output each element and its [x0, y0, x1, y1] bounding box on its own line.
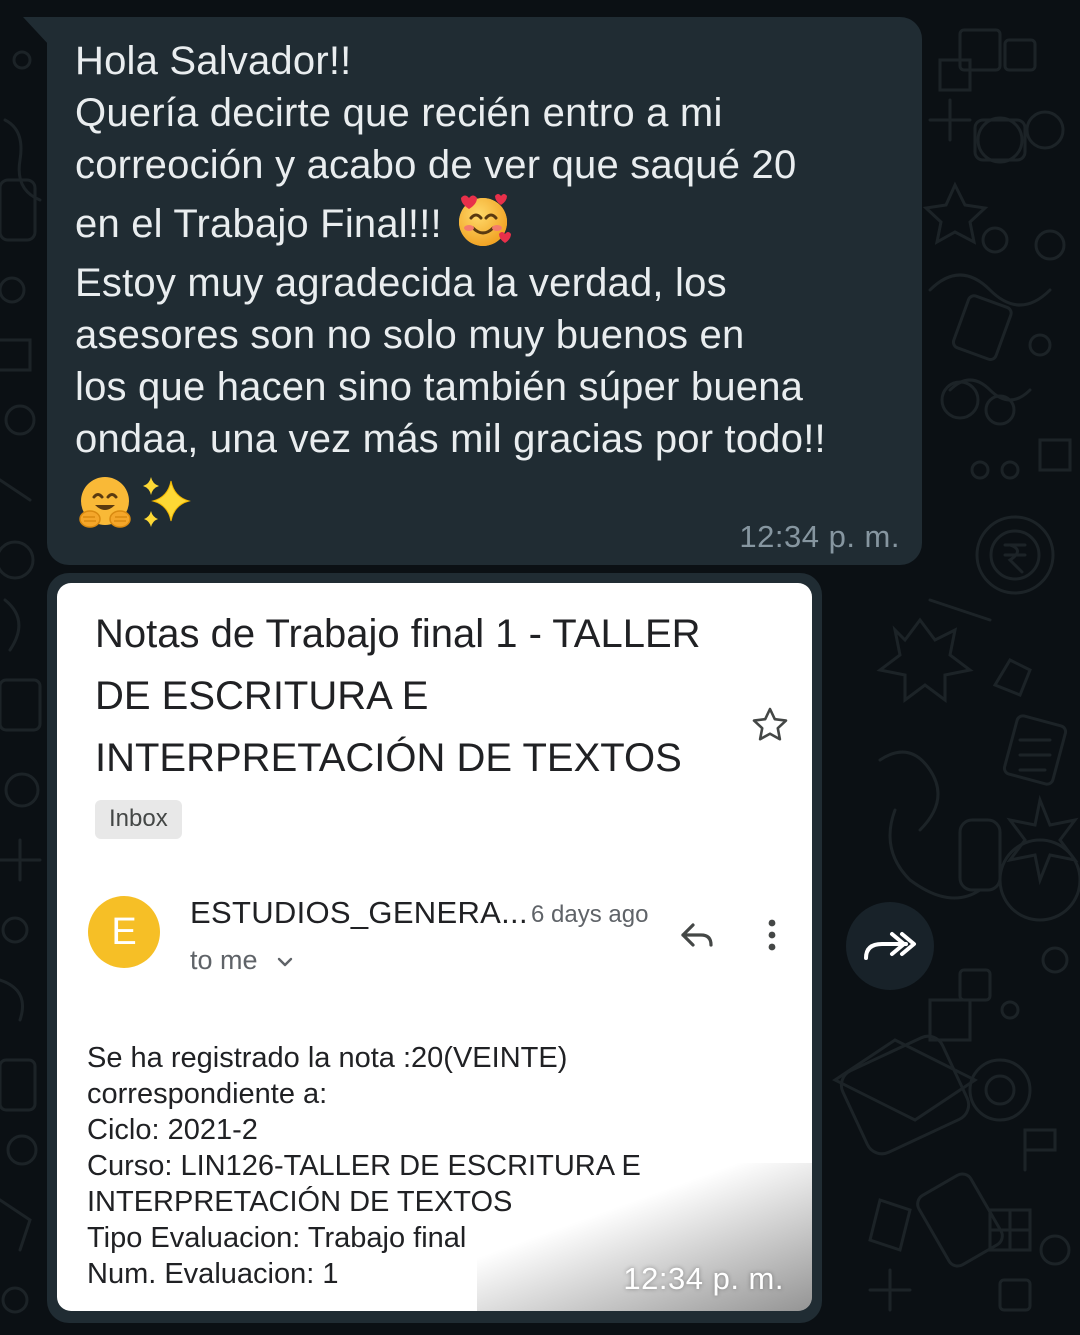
email-body-line: Curso: LIN126-TALLER DE ESCRITURA E: [87, 1150, 641, 1182]
sender-name: ESTUDIOS_GENERA...: [190, 895, 528, 930]
message-line: asesores son no solo muy buenos en: [75, 313, 745, 357]
message-line: Hola Salvador!!: [75, 39, 352, 83]
email-body-line: Ciclo: 2021-2: [87, 1114, 258, 1146]
message-line-with-emoji: en el Trabajo Final!!!: [75, 191, 905, 257]
sparkles-icon: [139, 473, 199, 533]
more-vert-icon: [768, 919, 776, 951]
message-line: Estoy muy agradecida la verdad, los: [75, 261, 727, 305]
email-subject: Notas de Trabajo final 1 - TALLER DE ESC…: [95, 612, 701, 780]
message-text: Hola Salvador!! Quería decirte que recié…: [75, 35, 905, 539]
email-body: Se ha registrado la nota :20(VEINTE) cor…: [87, 1040, 787, 1292]
smiling-face-with-hearts-icon: [453, 190, 513, 250]
email-screenshot[interactable]: Notas de Trabajo final 1 - TALLER DE ESC…: [57, 583, 812, 1311]
message-line: correoción y acabo de ver que saqué 20: [75, 143, 797, 187]
email-body-line: INTERPRETACIÓN DE TEXTOS: [87, 1186, 513, 1218]
forward-button[interactable]: [846, 902, 934, 990]
recipient-text: to me: [190, 945, 258, 975]
message-line: los que hacen sino también súper buena: [75, 365, 804, 409]
image-message-bubble[interactable]: Notas de Trabajo final 1 - TALLER DE ESC…: [47, 573, 822, 1323]
message-line: Quería decirte que recién entro a mi: [75, 91, 723, 135]
chevron-down-icon: [277, 957, 293, 967]
hugging-face-icon: [75, 473, 135, 533]
message-bubble[interactable]: Hola Salvador!! Quería decirte que recié…: [47, 17, 922, 565]
inbox-label-badge: Inbox: [95, 800, 182, 839]
email-body-line: correspondiente a:: [87, 1078, 328, 1110]
message-line: ondaa, una vez más mil gracias por todo!…: [75, 417, 826, 461]
message-timestamp: 12:34 p. m.: [739, 519, 900, 554]
sender-avatar: E: [88, 896, 160, 968]
reply-icon: [681, 923, 713, 947]
image-timestamp: 12:34 p. m.: [623, 1261, 784, 1296]
email-body-line: Se ha registrado la nota :20(VEINTE): [87, 1042, 568, 1074]
star-icon: [752, 707, 788, 741]
recipient-line: to me: [190, 945, 295, 976]
forward-icon: [864, 932, 916, 960]
email-body-line: Tipo Evaluacion: Trabajo final: [87, 1222, 467, 1254]
message-line: en el Trabajo Final!!!: [75, 202, 442, 246]
bubble-tail: [23, 17, 49, 45]
sent-time: 6 days ago: [531, 901, 649, 928]
